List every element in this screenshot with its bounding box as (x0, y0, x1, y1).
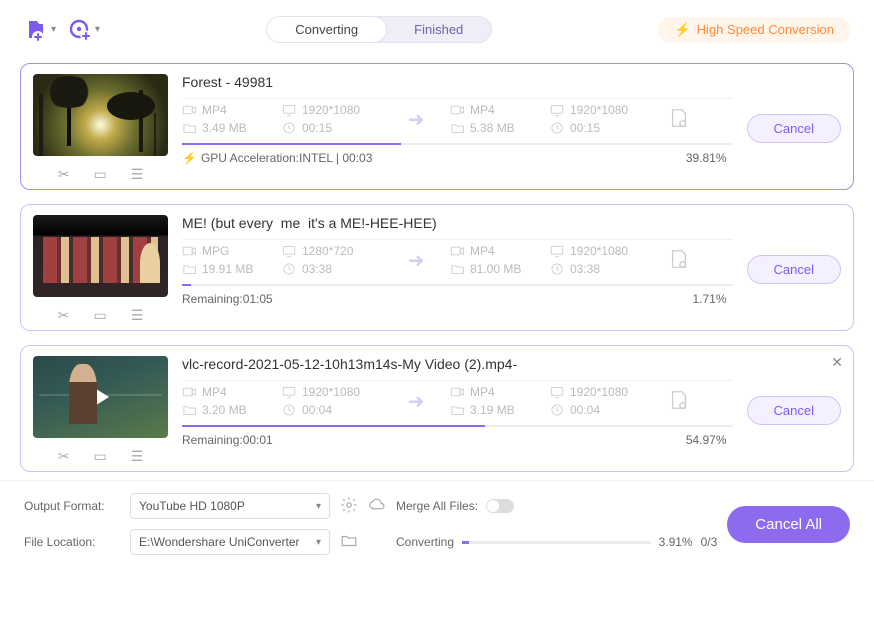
chevron-down-icon: ▾ (95, 24, 100, 35)
arrow-right-icon: ➜ (396, 107, 436, 132)
play-icon (33, 356, 168, 438)
item-title: ME! (but every me it's a ME!-HEE-HEE) (182, 215, 733, 231)
progress-bar (182, 425, 733, 427)
output-format-label: Output Format: (24, 499, 120, 513)
add-file-button[interactable]: ▾ (24, 18, 56, 42)
conversion-item: ✂▭☰Forest - 49981MP41920*10803.49 MB00:1… (20, 63, 854, 190)
chevron-down-icon: ▾ (316, 537, 321, 548)
meta-video: MP4 (182, 103, 282, 117)
meta-clock: 03:38 (282, 262, 382, 276)
settings-gear-icon[interactable] (340, 496, 358, 517)
file-location-select[interactable]: E:\Wondershare UniConverter ▾ (130, 529, 330, 555)
meta-screen: 1920*1080 (550, 103, 650, 117)
open-folder-icon[interactable] (340, 532, 386, 553)
overall-status-label: Converting (396, 535, 454, 549)
file-location-label: File Location: (24, 535, 120, 549)
meta-folder: 81.00 MB (450, 262, 550, 276)
merge-label: Merge All Files: (396, 499, 478, 513)
meta-folder: 3.19 MB (450, 403, 550, 417)
overall-percent: 3.91% (659, 535, 693, 549)
meta-video: MP4 (450, 103, 550, 117)
trim-icon[interactable]: ✂ (58, 448, 70, 465)
meta-folder: 5.38 MB (450, 121, 550, 135)
meta-clock: 00:15 (282, 121, 382, 135)
meta-clock: 03:38 (550, 262, 650, 276)
output-format-select[interactable]: YouTube HD 1080P ▾ (130, 493, 330, 519)
item-title: Forest - 49981 (182, 74, 733, 90)
cancel-all-button[interactable]: Cancel All (727, 506, 850, 543)
meta-clock: 00:04 (282, 403, 382, 417)
meta-clock: 00:04 (550, 403, 650, 417)
video-thumbnail[interactable] (33, 356, 168, 438)
progress-bar (182, 284, 733, 286)
high-speed-conversion-button[interactable]: ⚡ High Speed Conversion (658, 17, 850, 43)
cancel-button[interactable]: Cancel (747, 255, 841, 284)
more-icon[interactable]: ☰ (131, 166, 144, 183)
meta-video: MP4 (450, 385, 550, 399)
meta-video: MP4 (182, 385, 282, 399)
close-icon[interactable]: ✕ (831, 354, 843, 371)
output-settings-icon[interactable] (668, 107, 690, 132)
meta-video: MPG (182, 244, 282, 258)
meta-screen: 1920*1080 (282, 103, 382, 117)
more-icon[interactable]: ☰ (131, 448, 144, 465)
meta-screen: 1920*1080 (550, 244, 650, 258)
meta-folder: 19.91 MB (182, 262, 282, 276)
trim-icon[interactable]: ✂ (58, 166, 70, 183)
progress-bar (182, 143, 733, 145)
crop-icon[interactable]: ▭ (93, 448, 106, 465)
meta-video: MP4 (450, 244, 550, 258)
crop-icon[interactable]: ▭ (93, 307, 106, 324)
output-settings-icon[interactable] (668, 248, 690, 273)
overall-count: 0/3 (701, 535, 718, 549)
high-speed-label: High Speed Conversion (697, 22, 834, 37)
progress-percent: 1.71% (693, 292, 727, 306)
progress-status: ⚡GPU Acceleration:INTEL | 00:03 (182, 151, 372, 165)
chevron-down-icon: ▾ (51, 24, 56, 35)
progress-status: Remaining:01:05 (182, 292, 273, 306)
overall-progress-bar (462, 541, 651, 544)
progress-percent: 39.81% (686, 151, 727, 165)
meta-folder: 3.20 MB (182, 403, 282, 417)
arrow-right-icon: ➜ (396, 389, 436, 414)
tab-finished[interactable]: Finished (386, 17, 491, 42)
meta-screen: 1920*1080 (550, 385, 650, 399)
cancel-button[interactable]: Cancel (747, 114, 841, 143)
crop-icon[interactable]: ▭ (93, 166, 106, 183)
video-thumbnail[interactable] (33, 74, 168, 156)
output-settings-icon[interactable] (668, 389, 690, 414)
video-thumbnail[interactable] (33, 215, 168, 297)
meta-screen: 1920*1080 (282, 385, 382, 399)
trim-icon[interactable]: ✂ (58, 307, 70, 324)
tab-converting[interactable]: Converting (267, 17, 386, 42)
conversion-item: ✕ ✂ ▭ ☰ vlc-record-2021-05-12-10h13m14s-My V… (20, 345, 854, 472)
meta-screen: 1280*720 (282, 244, 382, 258)
cancel-button[interactable]: Cancel (747, 396, 841, 425)
add-disc-button[interactable]: ▾ (68, 18, 100, 42)
item-title: vlc-record-2021-05-12-10h13m14s-My Video… (182, 356, 733, 372)
conversion-item: ✂ ▭ ☰ ME! (but every me it's a ME!-HEE-HEE)… (20, 204, 854, 331)
cloud-icon[interactable] (368, 496, 386, 517)
merge-toggle[interactable] (486, 499, 514, 513)
status-tabs: Converting Finished (266, 16, 492, 43)
meta-folder: 3.49 MB (182, 121, 282, 135)
progress-percent: 54.97% (686, 433, 727, 447)
progress-status: Remaining:00:01 (182, 433, 273, 447)
meta-clock: 00:15 (550, 121, 650, 135)
arrow-right-icon: ➜ (396, 248, 436, 273)
lightning-icon: ⚡ (674, 22, 690, 38)
chevron-down-icon: ▾ (316, 501, 321, 512)
more-icon[interactable]: ☰ (131, 307, 144, 324)
